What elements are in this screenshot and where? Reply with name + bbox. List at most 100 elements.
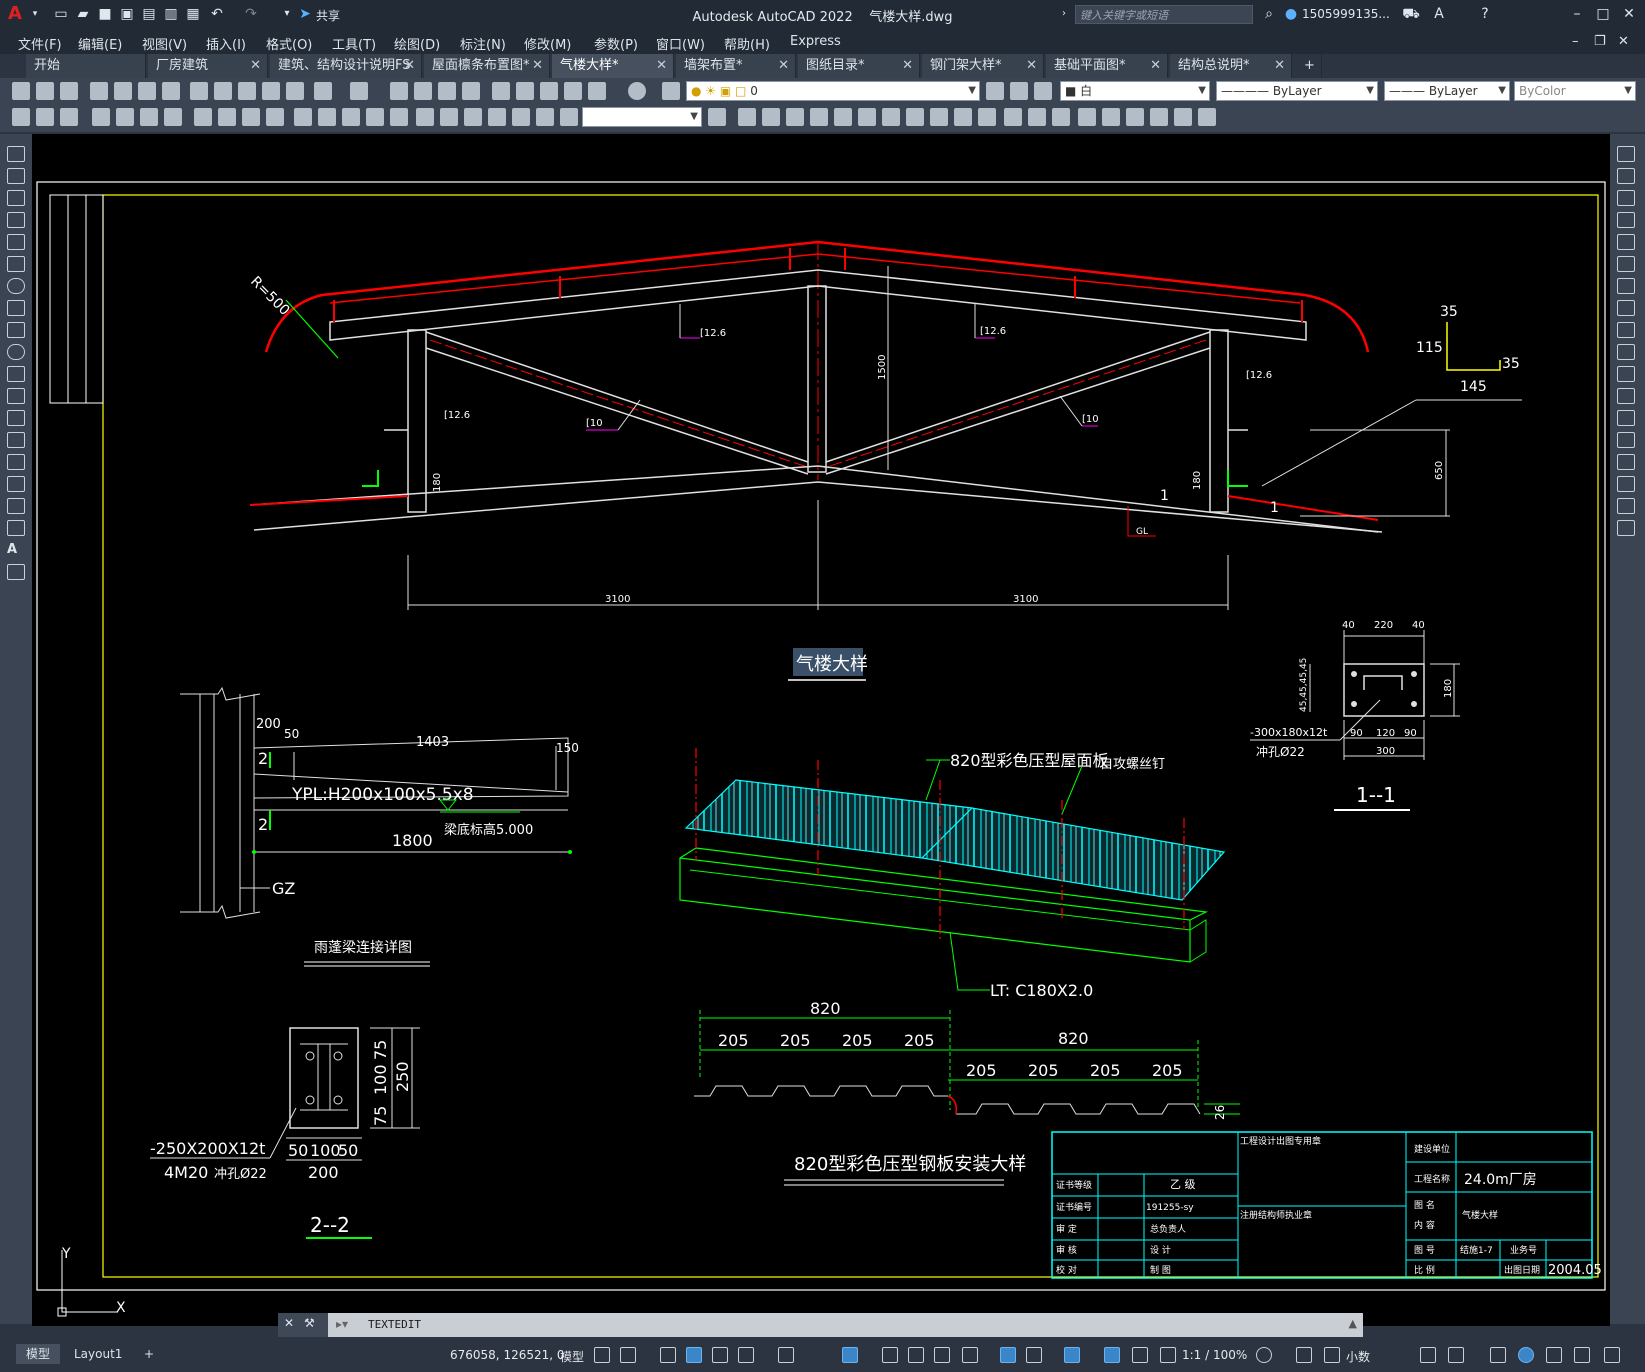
menu-help[interactable]: 帮助(H) [724, 34, 770, 53]
gradient-icon[interactable] [7, 476, 25, 492]
paste-icon[interactable] [238, 82, 256, 100]
construction-line-icon[interactable] [7, 168, 25, 184]
tb2-icon-3[interactable] [60, 108, 78, 126]
dim-break-icon[interactable] [390, 108, 408, 126]
tab-structure-notes[interactable]: 结构总说明* ✕ [1170, 54, 1292, 78]
doc-minimize-icon[interactable]: – [1572, 34, 1579, 49]
zoom-previous-icon[interactable] [462, 82, 480, 100]
menu-parametric[interactable]: 参数(P) [594, 34, 638, 53]
tb2-edit-11[interactable] [978, 108, 996, 126]
tb2-edit-8[interactable] [906, 108, 924, 126]
menu-tools[interactable]: 工具(T) [332, 34, 376, 53]
plotstyle-dropdown[interactable]: ByColor ▼ [1514, 81, 1636, 101]
arc-icon[interactable] [7, 256, 25, 272]
close-tab-icon[interactable]: ✕ [902, 54, 913, 78]
menu-file[interactable]: 文件(F) [18, 34, 62, 53]
markup-icon[interactable] [588, 82, 606, 100]
jogged-dim-icon[interactable] [218, 108, 236, 126]
lineweight-icon[interactable] [908, 1347, 924, 1363]
polar-icon[interactable] [738, 1347, 754, 1363]
search-icon[interactable]: ⌕ [1260, 5, 1278, 23]
layer-state-icon[interactable] [1034, 82, 1052, 100]
publish-icon[interactable] [138, 82, 156, 100]
plot-tb-icon[interactable] [90, 82, 108, 100]
3d-print-icon[interactable] [162, 82, 180, 100]
new-tab-icon[interactable]: + [1296, 54, 1322, 78]
close-tab-icon[interactable]: ✕ [1274, 54, 1285, 78]
dim-update-icon[interactable] [560, 108, 578, 126]
quick-dim-icon[interactable] [294, 108, 312, 126]
dim-style-dropdown[interactable]: ▼ [582, 107, 702, 127]
units-dropdown[interactable]: 小数 [1346, 1348, 1370, 1365]
join-icon[interactable] [1617, 432, 1635, 448]
radius-dim-icon[interactable] [194, 108, 212, 126]
close-window-icon[interactable]: ✕ [1620, 5, 1638, 23]
copy-object-icon[interactable] [1617, 168, 1635, 184]
layer-dropdown[interactable]: ● ☀ ▣ □ 0 ▼ [686, 81, 980, 101]
dynamic-ucs-icon[interactable] [1026, 1347, 1042, 1363]
open-icon[interactable] [36, 82, 54, 100]
trim-icon[interactable] [1617, 344, 1635, 360]
tb2-edit-15[interactable] [1078, 108, 1096, 126]
undo-tb-icon[interactable] [314, 82, 332, 100]
open-file-icon[interactable]: ▰ [74, 5, 92, 23]
dim-edit-icon[interactable] [512, 108, 530, 126]
tb2-edit-5[interactable] [834, 108, 852, 126]
break-icon[interactable] [1617, 410, 1635, 426]
zoom-window-icon[interactable] [438, 82, 456, 100]
tab-design-notes[interactable]: 建筑、结构设计说明FS ✕ [270, 54, 422, 78]
ellipse-icon[interactable] [7, 344, 25, 360]
units-icon[interactable] [1324, 1347, 1340, 1363]
polygon-icon[interactable] [7, 212, 25, 228]
dynamic-input-icon[interactable] [686, 1347, 702, 1363]
tab-layout1[interactable]: Layout1 [64, 1344, 132, 1364]
isodraft-icon[interactable] [778, 1347, 794, 1363]
layer-previous-icon[interactable] [1010, 82, 1028, 100]
point-icon[interactable] [7, 432, 25, 448]
hatch-icon[interactable] [7, 454, 25, 470]
open-web-icon[interactable]: ▤ [140, 5, 158, 23]
doc-restore-icon[interactable]: ❐ [1594, 34, 1606, 49]
share-label[interactable]: 共享 [316, 7, 340, 24]
menu-modify[interactable]: 修改(M) [524, 34, 571, 53]
customize-cmd-icon[interactable]: ⚒ [304, 1316, 315, 1330]
insert-block-icon[interactable] [7, 388, 25, 404]
design-center-icon[interactable] [516, 82, 534, 100]
layer-properties-icon[interactable] [662, 82, 680, 100]
tab-steel-door[interactable]: 钢门架大样* ✕ [922, 54, 1044, 78]
polyline-icon[interactable] [7, 190, 25, 206]
menu-express[interactable]: Express [790, 34, 841, 49]
save-web-icon[interactable]: ▥ [162, 5, 180, 23]
transparency-icon[interactable] [934, 1347, 950, 1363]
tb2-edit-4[interactable] [810, 108, 828, 126]
copy-icon[interactable] [214, 82, 232, 100]
gizmo-icon[interactable] [1104, 1347, 1120, 1363]
rectangle-icon[interactable] [7, 234, 25, 250]
undo-icon[interactable]: ↶ [208, 5, 226, 23]
menu-view[interactable]: 视图(V) [142, 34, 187, 53]
coordinates[interactable]: 676058, 126521, 0 [450, 1348, 565, 1362]
continue-dim-icon[interactable] [342, 108, 360, 126]
pan-icon[interactable] [390, 82, 408, 100]
array-icon[interactable] [1617, 234, 1635, 250]
osnap-tracking-icon[interactable] [842, 1347, 858, 1363]
match-prop-icon[interactable] [262, 82, 280, 100]
tb2-icon-1[interactable] [12, 108, 30, 126]
tool-palettes-icon[interactable] [540, 82, 558, 100]
tb2-edit-13[interactable] [1028, 108, 1046, 126]
model-space-toggle[interactable]: 模型 [560, 1348, 584, 1365]
menu-insert[interactable]: 插入(I) [206, 34, 246, 53]
break-at-point-icon[interactable] [1617, 388, 1635, 404]
new-file-icon[interactable]: ▭ [52, 5, 70, 23]
jogged-linear-icon[interactable] [488, 108, 506, 126]
sheet-set-icon[interactable] [564, 82, 582, 100]
mirror-icon[interactable] [1617, 190, 1635, 206]
a360-icon[interactable]: A [1430, 5, 1448, 23]
make-block-icon[interactable] [7, 410, 25, 426]
circle-icon[interactable] [7, 278, 25, 294]
workspace-gear-icon[interactable] [1256, 1347, 1272, 1363]
aligned-dim-icon[interactable] [116, 108, 134, 126]
cmd-expand-icon[interactable]: ▲ [1349, 1317, 1357, 1330]
tb2-edit-1[interactable] [738, 108, 756, 126]
grid-icon[interactable] [594, 1347, 610, 1363]
